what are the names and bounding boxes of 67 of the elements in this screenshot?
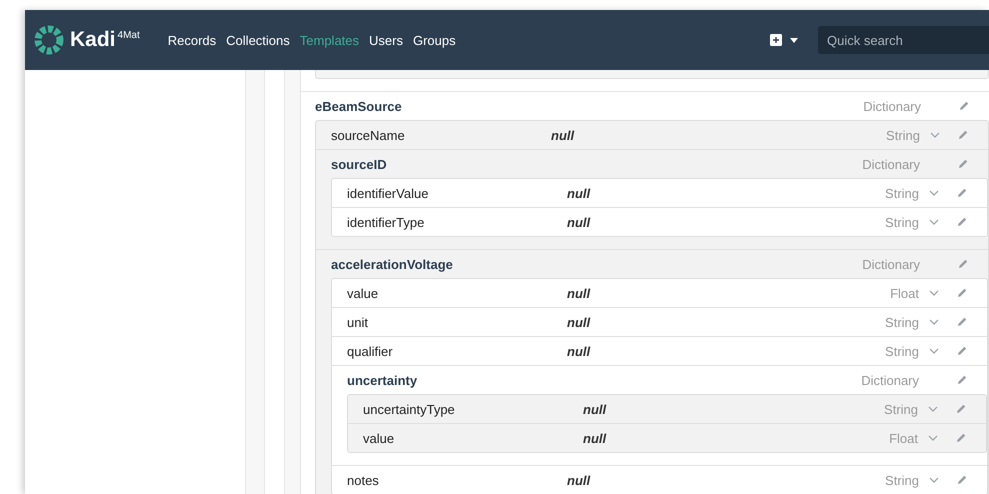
type-label: String	[885, 472, 919, 488]
value-text: null	[551, 128, 576, 142]
chevron-down-icon[interactable]	[929, 290, 939, 296]
value-text: null	[583, 402, 608, 416]
pencil-icon[interactable]	[955, 432, 967, 444]
key-label: sourceName	[331, 128, 406, 142]
pencil-icon[interactable]	[955, 403, 967, 415]
nav-link[interactable]: Records	[168, 32, 216, 48]
type-label: String	[886, 128, 920, 142]
caret-icon[interactable]	[790, 38, 798, 42]
chevron-down-icon[interactable]	[929, 477, 939, 483]
pencil-icon[interactable]	[956, 287, 968, 299]
value-text: null	[567, 214, 592, 230]
key-label: notes	[347, 472, 380, 488]
pencil-icon[interactable]	[956, 316, 968, 328]
type-label: Float	[890, 286, 919, 300]
brand-name[interactable]: Kadi$^{4Mat}$	[70, 28, 140, 52]
key-label: value	[347, 286, 380, 300]
type-label: String	[885, 186, 919, 200]
pencil-icon[interactable]	[956, 216, 968, 228]
type-label: String	[885, 214, 919, 230]
type-label: Float	[889, 430, 918, 446]
pencil-icon[interactable]	[958, 100, 970, 112]
type-label: Dictionary	[861, 372, 919, 388]
pencil-icon[interactable]	[957, 129, 969, 141]
value-text: null	[583, 430, 608, 446]
pencil-icon[interactable]	[957, 258, 969, 270]
type-label: String	[885, 314, 919, 330]
chevron-down-icon[interactable]	[929, 348, 939, 354]
chevron-down-icon[interactable]	[928, 406, 938, 412]
pencil-icon[interactable]	[956, 345, 968, 357]
key-label: identifierValue	[347, 186, 430, 200]
nav-link[interactable]: Groups	[412, 32, 456, 48]
value-text: null	[567, 472, 592, 488]
chevron-down-icon[interactable]	[929, 190, 939, 196]
pencil-icon[interactable]	[956, 374, 968, 386]
type-label: Dictionary	[862, 256, 920, 272]
type-label: String	[885, 344, 919, 358]
key-label: unit	[347, 314, 369, 330]
pencil-icon[interactable]	[957, 158, 969, 170]
key-label: identifierType	[347, 214, 426, 230]
search-field[interactable]: Quick search	[818, 26, 989, 54]
key-label: uncertaintyType	[363, 402, 456, 416]
value-text: null	[567, 286, 592, 300]
value-text: null	[567, 344, 592, 358]
key-label: uncertainty	[347, 372, 418, 388]
pencil-icon[interactable]	[956, 474, 968, 486]
chevron-down-icon[interactable]	[929, 319, 939, 325]
type-label: Dictionary	[863, 98, 921, 114]
chevron-down-icon[interactable]	[928, 435, 938, 441]
nav-link[interactable]: Templates	[300, 32, 360, 48]
logo-icon	[33, 24, 65, 56]
chevron-down-icon[interactable]	[930, 132, 940, 138]
nav-link[interactable]: Collections	[226, 32, 290, 48]
plus-icon[interactable]	[770, 34, 782, 46]
pencil-icon[interactable]	[956, 187, 968, 199]
key-label: eBeamSource	[315, 98, 403, 114]
type-label: Dictionary	[862, 156, 920, 172]
key-label: accelerationVoltage	[331, 256, 454, 272]
type-label: String	[884, 402, 918, 416]
key-label: qualifier	[347, 344, 394, 358]
chevron-down-icon[interactable]	[929, 219, 939, 225]
value-text: null	[567, 186, 592, 200]
nav-link[interactable]: Users	[369, 32, 403, 48]
key-label: value	[363, 430, 396, 446]
key-label: sourceID	[331, 156, 388, 172]
value-text: null	[567, 314, 592, 330]
